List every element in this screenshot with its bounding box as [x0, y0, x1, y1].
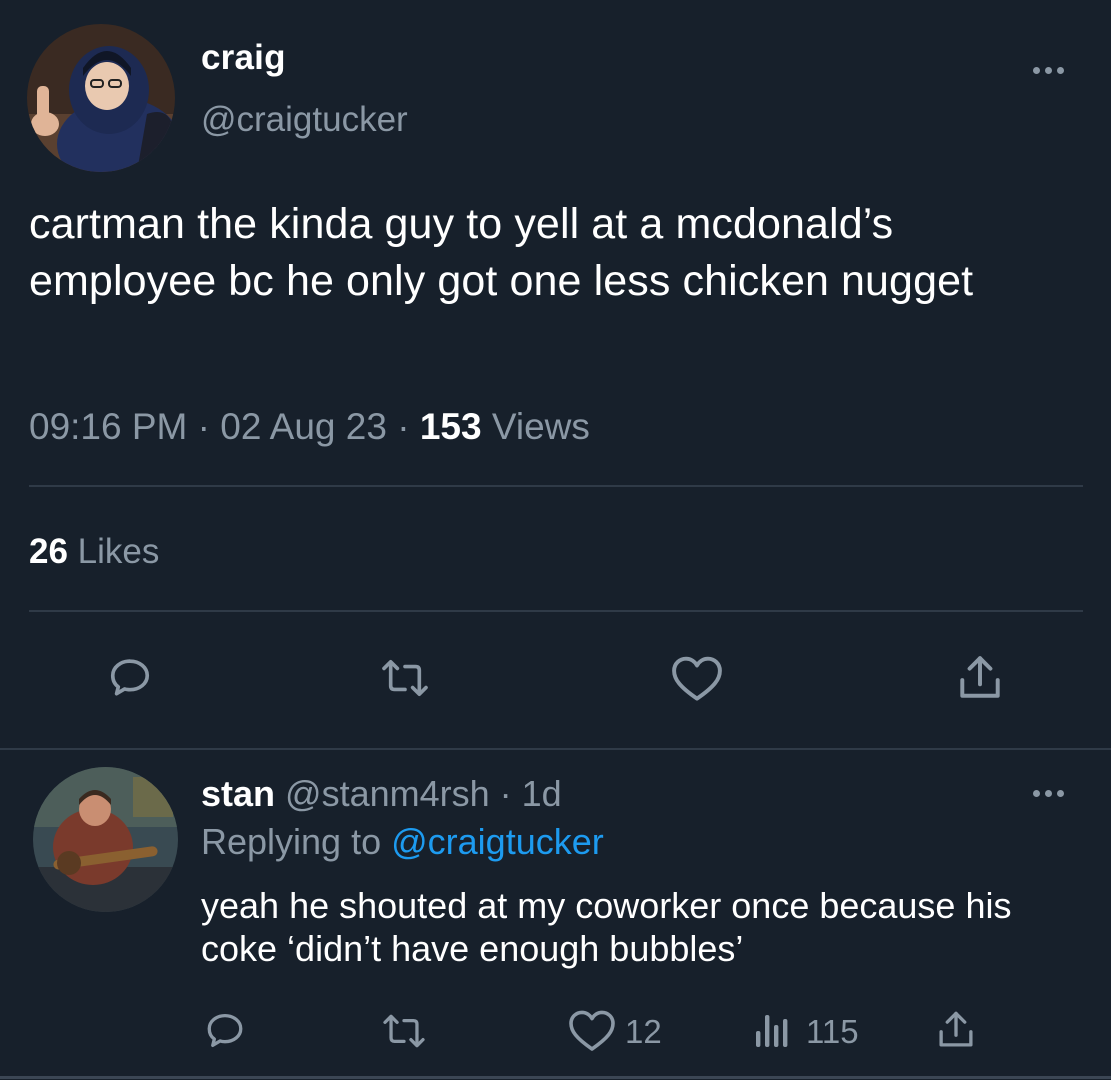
views-count: 153 [419, 406, 482, 447]
reply-icon[interactable] [204, 1010, 246, 1052]
dot [1045, 67, 1052, 74]
tweet-meta: 09:16 PM · 02 Aug 23 · 153 Views [29, 406, 590, 448]
dot [1057, 67, 1064, 74]
retweet-icon[interactable] [381, 1012, 427, 1050]
share-icon[interactable] [955, 653, 1005, 703]
bar-chart-icon[interactable] [752, 1009, 792, 1049]
likes-summary[interactable]: 26 Likes [29, 532, 159, 572]
divider [29, 610, 1083, 612]
reply-icon[interactable] [107, 655, 153, 701]
share-icon[interactable] [935, 1008, 977, 1052]
reply-header: stan @stanm4rsh · 1d [201, 773, 562, 814]
heart-icon[interactable] [670, 655, 724, 703]
heart-icon[interactable] [568, 1009, 616, 1053]
replying-mention-link[interactable]: @craigtucker [391, 821, 604, 862]
meta-separator: · [187, 406, 221, 447]
views-label: Views [491, 406, 590, 447]
likes-label: Likes [77, 532, 160, 571]
more-dots-icon[interactable] [1033, 67, 1064, 74]
reply-text: yeah he shouted at my coworker once beca… [201, 885, 1012, 969]
dot [1045, 790, 1052, 797]
reply-author-handle[interactable]: @stanm4rsh [285, 773, 490, 814]
tweet-time[interactable]: 09:16 PM [29, 406, 187, 447]
divider [0, 1076, 1111, 1079]
tweet-date[interactable]: 02 Aug 23 [220, 406, 387, 447]
reply-like-count: 12 [625, 1013, 662, 1050]
divider [29, 485, 1083, 487]
replying-prefix: Replying to [201, 821, 382, 862]
retweet-icon[interactable] [380, 657, 430, 699]
reply-views-count: 115 [806, 1013, 859, 1050]
reply-age[interactable]: 1d [522, 773, 562, 814]
dot [1033, 67, 1040, 74]
replying-to-line: Replying to @craigtucker [201, 821, 604, 863]
main-author-avatar[interactable] [27, 24, 175, 172]
main-author-name[interactable]: craig [201, 38, 286, 78]
meta-separator: · [386, 406, 420, 447]
tweet-text: cartman the kinda guy to yell at a mcdon… [29, 200, 974, 305]
dot [1057, 790, 1064, 797]
likes-count: 26 [29, 532, 68, 571]
main-author-handle[interactable]: @craigtucker [201, 100, 408, 140]
divider [0, 748, 1111, 750]
dot [1033, 790, 1040, 797]
reply-author-name[interactable]: stan [201, 773, 275, 814]
reply-author-avatar[interactable] [33, 767, 178, 912]
more-dots-icon[interactable] [1033, 790, 1064, 797]
